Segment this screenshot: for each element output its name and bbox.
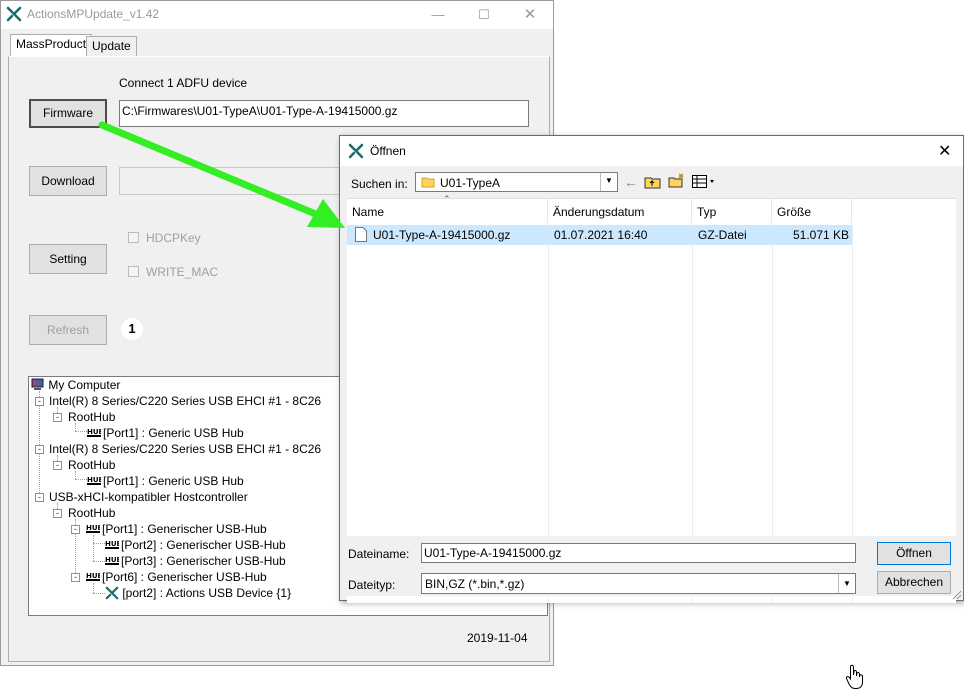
annotation-arrow (98, 121, 345, 228)
hand-cursor-icon (845, 664, 863, 689)
